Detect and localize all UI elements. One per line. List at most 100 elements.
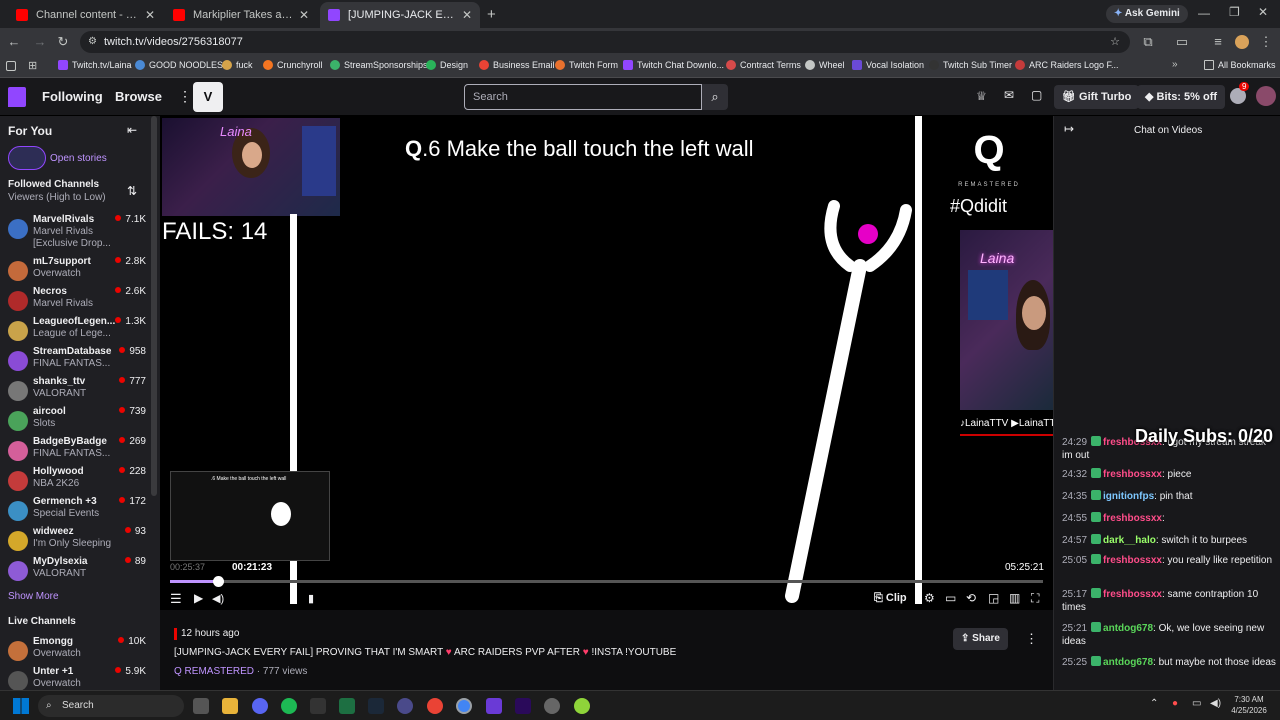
bookmark-wheel[interactable]: Wheel <box>805 60 845 70</box>
more-menu-icon[interactable]: ⋮ <box>178 88 192 105</box>
microphone-icon[interactable]: ● <box>1172 698 1178 709</box>
browser-tab-markiplier[interactable]: Markiplier Takes an IQ Test - Yo ✕ <box>165 2 317 28</box>
chrome-active-icon[interactable] <box>456 698 472 714</box>
bookmark-design[interactable]: Design <box>426 60 468 70</box>
apps-grid-icon[interactable]: ⊞ <box>28 59 37 72</box>
browser-tab-twitch[interactable]: [JUMPING-JACK EVERY FAIL] PR ✕ <box>320 2 480 28</box>
maximize-button[interactable]: ❐ <box>1229 5 1240 19</box>
ask-gemini-button[interactable]: ✦ Ask Gemini <box>1106 5 1188 23</box>
media-controls-icon[interactable]: ≡ <box>1210 34 1226 50</box>
obs-icon[interactable] <box>310 698 326 714</box>
profile-avatar[interactable] <box>1235 35 1249 49</box>
premiere-icon[interactable] <box>515 698 531 714</box>
search-icon[interactable]: ⌕ <box>702 84 728 110</box>
sidebar-channel[interactable]: shanks_ttv VALORANT 777 <box>0 376 150 406</box>
excel-icon[interactable] <box>339 698 355 714</box>
more-options-icon[interactable]: ⋮ <box>1025 631 1038 647</box>
extension-logo-icon[interactable]: V <box>193 82 223 112</box>
sort-icon[interactable]: ⇅ <box>127 184 137 198</box>
windows-start-icon[interactable] <box>13 698 29 714</box>
sidebar-live-channel[interactable]: Unter +1 Overwatch 5.9K <box>0 666 150 690</box>
stories-avatars[interactable] <box>8 146 46 170</box>
bookmark-star-icon[interactable]: ☆ <box>1110 31 1120 53</box>
bits-button[interactable]: ◆ Bits: 5% off <box>1137 85 1226 109</box>
browser-tab-youtube-studio[interactable]: Channel content - YouTube Stu ✕ <box>8 2 163 28</box>
bookmark-streamsponsorships[interactable]: StreamSponsorships <box>330 60 428 70</box>
chrome-icon[interactable] <box>427 698 443 714</box>
sidebar-scrollbar[interactable] <box>151 116 157 496</box>
taskbar-search[interactable]: ⌕ Search <box>38 695 184 717</box>
volume-icon[interactable]: ◀) <box>212 592 224 605</box>
bookmark-twitch-form[interactable]: Twitch Form <box>555 60 618 70</box>
steam-icon[interactable] <box>368 698 384 714</box>
tray-chevron-icon[interactable]: ⌃ <box>1150 698 1158 709</box>
file-explorer-icon[interactable] <box>222 698 238 714</box>
bookmark-fuck[interactable]: fuck <box>222 60 253 70</box>
crown-icon[interactable]: ♕ <box>976 89 987 103</box>
chat-username[interactable]: antdog678 <box>1103 623 1153 634</box>
nav-following[interactable]: Following <box>42 89 103 104</box>
mini-player-icon[interactable]: ◲ <box>988 591 999 605</box>
chat-username[interactable]: antdog678 <box>1103 657 1153 668</box>
bookmark-arc-raiders-logo[interactable]: ARC Raiders Logo F... <box>1015 60 1119 70</box>
bookmark-contract-terms[interactable]: Contract Terms <box>726 60 801 70</box>
task-view-icon[interactable] <box>193 698 209 714</box>
collapse-sidebar-icon[interactable]: ⇤ <box>127 123 137 137</box>
share-button[interactable]: ⇪ Share <box>953 628 1008 650</box>
sidebar-channel[interactable]: StreamDatabase FINAL FANTAS... 958 <box>0 346 150 376</box>
sidebar-channel[interactable]: MarvelRivals Marvel Rivals [Exclusive Drop… <box>0 214 150 249</box>
play-icon[interactable]: ▶ <box>194 591 203 605</box>
new-tab-button[interactable]: + <box>487 6 496 23</box>
close-icon[interactable]: ✕ <box>299 8 309 22</box>
gift-turbo-button[interactable]: 🎁︎ Gift Turbo <box>1054 85 1140 109</box>
close-icon[interactable]: ✕ <box>145 8 155 22</box>
picture-in-picture-icon[interactable]: ▭ <box>945 591 956 605</box>
sidebar-channel[interactable]: Necros Marvel Rivals 2.6K <box>0 286 150 316</box>
sidebar-channel[interactable]: LeagueofLegen... League of Lege... 1.3K <box>0 316 150 346</box>
sidebar-channel[interactable]: widweez I'm Only Sleeping 93 <box>0 526 150 556</box>
network-icon[interactable]: ▭ <box>1192 698 1201 709</box>
search-input[interactable] <box>464 84 702 110</box>
back-arrow-icon[interactable]: ← <box>6 34 22 50</box>
expand-chat-icon[interactable]: ↦ <box>1064 122 1074 136</box>
bookmark-twitch-chat-downloader[interactable]: Twitch Chat Downlo... <box>623 60 724 70</box>
theatre-icon[interactable]: ▥ <box>1009 591 1020 605</box>
reload-icon[interactable]: ↻ <box>55 34 71 50</box>
app-stack-icon[interactable] <box>486 698 502 714</box>
sidebar-live-channel[interactable]: Emongg Overwatch 10K <box>0 636 150 666</box>
chat-username[interactable]: dark__halo <box>1103 535 1156 546</box>
tab-search-icon[interactable] <box>6 61 16 71</box>
chat-username[interactable]: freshbossxx <box>1103 513 1162 524</box>
chat-username[interactable]: freshbossxx <box>1103 555 1162 566</box>
chapters-icon[interactable]: ☰ <box>170 591 182 607</box>
open-stories-link[interactable]: Open stories <box>50 153 107 164</box>
all-bookmarks-folder[interactable]: All Bookmarks <box>1204 60 1276 70</box>
close-icon[interactable]: ✕ <box>462 8 472 22</box>
cast-icon[interactable]: ▭ <box>1174 34 1190 50</box>
bookmark-twitch-sub-timer[interactable]: Twitch Sub Timer <box>929 60 1012 70</box>
video-player[interactable]: Laina Q.6 Make the ball touch the left w… <box>160 116 1053 610</box>
bookmark-twitch-laina[interactable]: Twitch.tv/Laina <box>58 60 132 70</box>
chat-username[interactable]: ignitionfps <box>1103 491 1154 502</box>
spotify-icon[interactable] <box>281 698 297 714</box>
settings-gear-icon[interactable]: ⚙ <box>924 591 935 605</box>
inbox-icon[interactable]: ✉ <box>1004 88 1014 102</box>
category-link[interactable]: Q REMASTERED <box>174 666 254 677</box>
clip-button[interactable]: ⎘ Clip <box>874 592 907 605</box>
bookmark-good-noodles[interactable]: GOOD NOODLES <box>135 60 223 70</box>
sidebar-channel[interactable]: mL7support Overwatch 2.8K <box>0 256 150 286</box>
sidebar-channel[interactable]: Hollywood NBA 2K26 228 <box>0 466 150 496</box>
show-more-link[interactable]: Show More <box>8 591 59 602</box>
seek-bar[interactable] <box>170 576 1043 587</box>
site-info-icon[interactable]: ⚙ <box>88 31 97 53</box>
sidebar-channel[interactable]: Germench +3 Special Events 172 <box>0 496 150 526</box>
settings-icon[interactable] <box>544 698 560 714</box>
clock[interactable]: 7:30 AM 4/25/2026 <box>1228 694 1270 716</box>
seek-handle[interactable] <box>213 576 224 587</box>
discord-icon[interactable] <box>252 698 268 714</box>
whispers-icon[interactable]: ▢ <box>1031 88 1042 102</box>
bookmark-vocal-isolation[interactable]: Vocal Isolation <box>852 60 924 70</box>
bookmark-business-email[interactable]: Business Email <box>479 60 555 70</box>
rotate-icon[interactable]: ⟲ <box>966 591 976 605</box>
window-close-button[interactable]: ✕ <box>1258 5 1268 19</box>
